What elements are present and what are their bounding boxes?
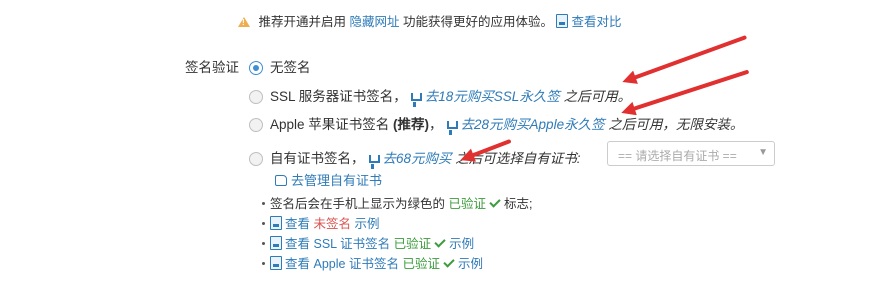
check-icon (489, 196, 501, 208)
bullet (262, 242, 265, 245)
upgrade-notice: 推荐开通并启用 隐藏网址 功能获得更好的应用体验。 查看对比 (238, 11, 622, 30)
buy-apple-link[interactable]: 去28元购买Apple永久签 (461, 117, 605, 132)
note-text: 签名后会在手机上显示为绿色的 (270, 197, 446, 211)
example-link[interactable]: 示例 (449, 237, 474, 251)
manage-own-cert-link[interactable]: 去管理自有证书 (275, 170, 382, 189)
compare-link[interactable]: 查看对比 (556, 14, 622, 29)
example-link[interactable]: 示例 (355, 217, 380, 231)
unsigned-text: 未签名 (313, 217, 352, 231)
option-apple-sign[interactable]: Apple 苹果证书签名 (推荐)， 去28元购买Apple永久签 之后可用，无限… (249, 113, 743, 133)
note-ssl-example[interactable]: 查看 SSL 证书签名 已验证 示例 (262, 234, 533, 254)
image-doc-icon (270, 236, 282, 250)
warning-icon (238, 17, 250, 27)
notice-suffix: 功能获得更好的应用体验。 (402, 15, 553, 29)
option-no-sign-label: 无签名 (270, 60, 311, 75)
view-link[interactable]: 查看 (285, 257, 310, 271)
compare-link-label: 查看对比 (571, 15, 622, 29)
annotation-arrow (619, 69, 750, 120)
option-ssl-sign[interactable]: SSL 服务器证书签名， 去18元购买SSL永久签 之后可用。 (249, 85, 631, 105)
note-unsigned-example[interactable]: 查看 未签名 示例 (262, 214, 533, 234)
option-ssl-label: SSL 服务器证书签名， (270, 89, 407, 104)
verified-text: 已验证 (402, 257, 440, 271)
bullet (262, 262, 265, 265)
recommended-tag: (推荐) (393, 117, 430, 132)
ssl-after-text: 之后可用。 (563, 89, 632, 104)
cart-icon (410, 93, 422, 104)
option-apple-label: Apple 苹果证书签名 (270, 117, 394, 132)
own-cert-select-placeholder: == 请选择自有证书 == (618, 149, 737, 163)
buy-own-cert-link[interactable]: 去68元购买 (383, 151, 452, 166)
option-own-label: 自有证书签名， (270, 151, 365, 166)
option-no-sign[interactable]: 无签名 (249, 56, 311, 76)
signing-notes: 签名后会在手机上显示为绿色的 已验证 标志; 查看 未签名 示例 查看 SSL 证… (262, 194, 533, 274)
cart-icon (446, 121, 458, 132)
bullet (262, 222, 265, 225)
apple-after-text: 之后可用，无限安装。 (608, 117, 744, 132)
hidden-url-link[interactable]: 隐藏网址 (349, 15, 399, 29)
image-doc-icon (270, 256, 282, 270)
verified-text: 已验证 (448, 197, 487, 211)
view-link[interactable]: 查看 (285, 217, 310, 231)
chevron-down-icon: ▼ (758, 147, 768, 158)
notice-prefix: 推荐开通并启用 (258, 15, 346, 29)
image-doc-icon (270, 216, 282, 230)
note-text-end: 标志; (504, 197, 533, 211)
bullet (262, 202, 265, 205)
manage-own-cert-label: 去管理自有证书 (291, 173, 383, 188)
radio-apple-sign[interactable] (249, 118, 263, 132)
note-verified-badge: 签名后会在手机上显示为绿色的 已验证 标志; (262, 194, 533, 214)
cart-icon (368, 155, 380, 166)
view-link[interactable]: 查看 (285, 237, 310, 251)
buy-ssl-link[interactable]: 去18元购买SSL永久签 (425, 89, 560, 104)
signing-label: 签名验证 (185, 60, 239, 75)
example-link[interactable]: 示例 (458, 257, 483, 271)
option-apple-comma: ， (429, 117, 443, 132)
note-apple-example[interactable]: 查看 Apple 证书签名 已验证 示例 (262, 254, 533, 274)
radio-no-sign[interactable] (249, 61, 263, 75)
radio-ssl-sign[interactable] (249, 90, 263, 104)
image-doc-icon (556, 14, 569, 28)
radio-own-cert-sign[interactable] (249, 152, 263, 166)
own-cert-select[interactable]: == 请选择自有证书 == ▼ (607, 141, 775, 166)
check-icon (434, 236, 446, 248)
apple-cert-link[interactable]: Apple 证书签名 (314, 257, 399, 271)
hand-pointer-icon (275, 175, 287, 186)
option-own-cert-sign[interactable]: 自有证书签名， 去68元购买 之后可选择自有证书: (249, 147, 581, 167)
ssl-cert-link[interactable]: SSL 证书签名 (314, 237, 391, 251)
verified-text: 已验证 (393, 237, 432, 251)
check-icon (443, 256, 455, 268)
